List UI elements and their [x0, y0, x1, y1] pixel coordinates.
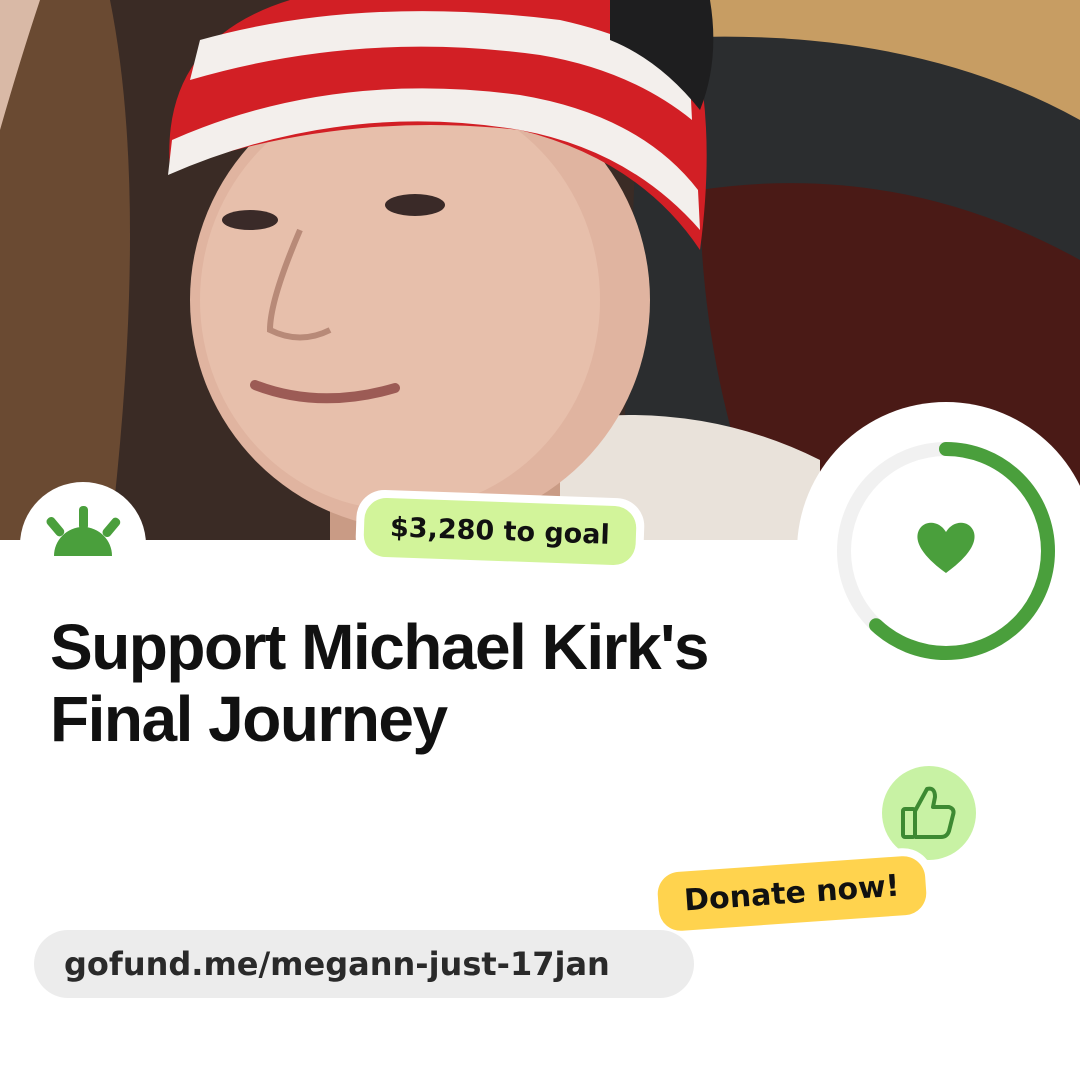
brand-logo	[20, 482, 146, 608]
donate-button-label: Donate now!	[656, 854, 928, 933]
progress-ring	[797, 402, 1080, 700]
thumbs-up-badge	[882, 766, 976, 860]
goal-badge-text: $3,280 to goal	[363, 497, 637, 566]
campaign-link-text: gofund.me/megann-just-17jan	[64, 945, 610, 983]
goal-badge: $3,280 to goal	[354, 489, 646, 574]
campaign-link[interactable]: gofund.me/megann-just-17jan	[34, 930, 694, 998]
heart-icon	[917, 522, 975, 573]
gofundme-sunrise-icon	[46, 506, 121, 556]
thumbs-up-icon	[901, 786, 956, 839]
campaign-title: Support Michael Kirk's Final Journey	[50, 611, 709, 755]
